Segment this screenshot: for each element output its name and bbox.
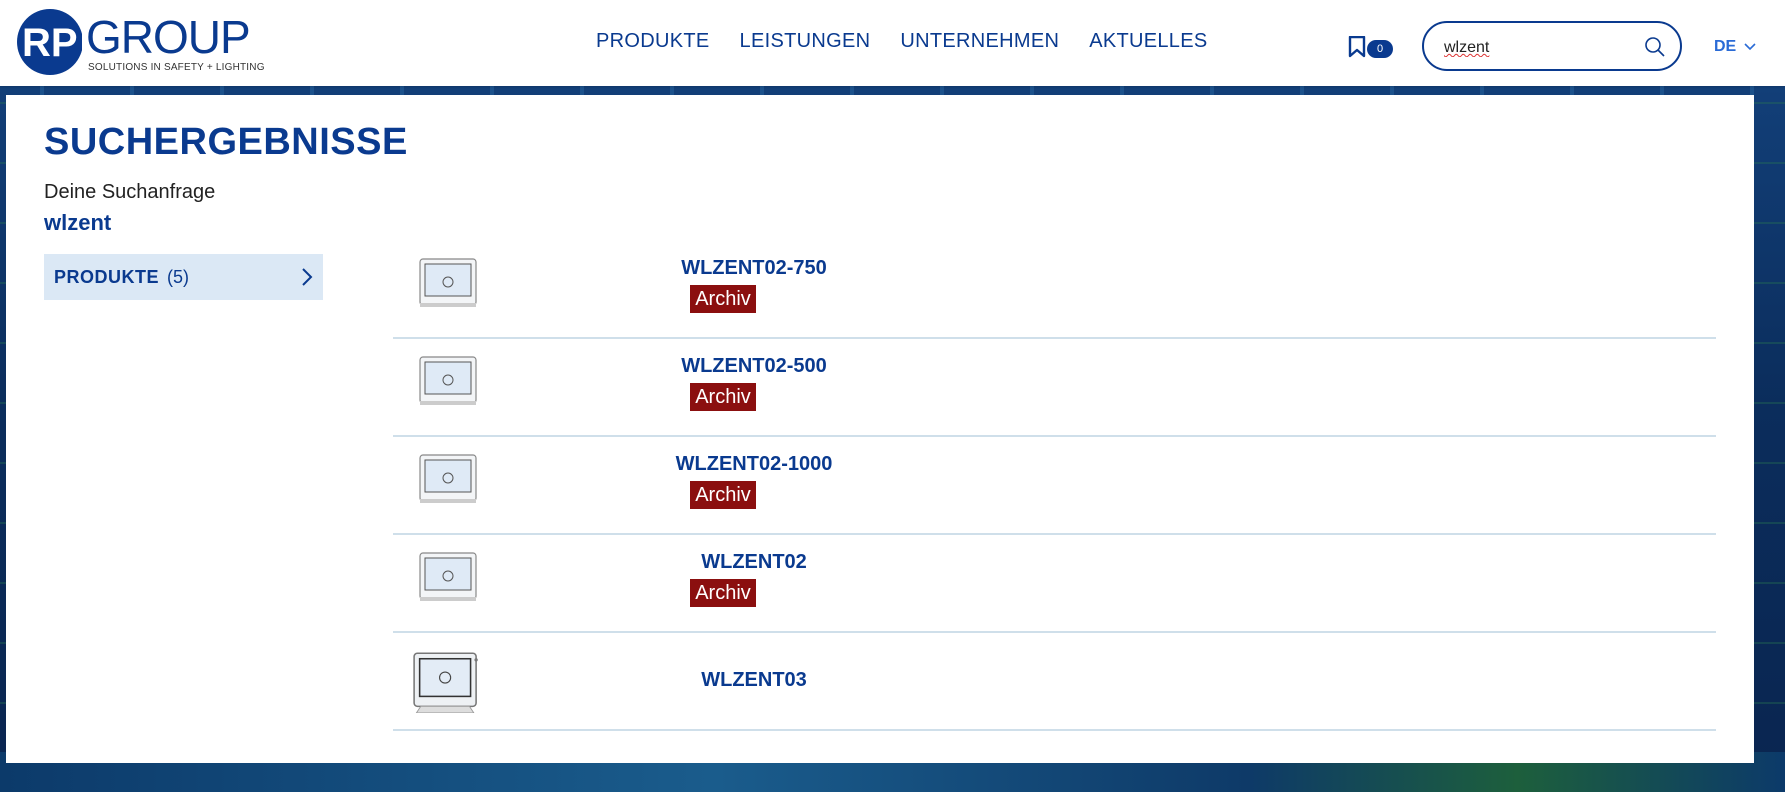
filter-category-produkte[interactable]: PRODUKTE (5) <box>44 254 323 300</box>
archiv-badge: Archiv <box>690 579 756 607</box>
result-row[interactable]: WLZENT02-1000 Archiv <box>393 437 1716 535</box>
result-row[interactable]: WLZENT02-750 Archiv <box>393 241 1716 339</box>
logo-group-text: GROUP <box>86 11 251 63</box>
filter-count: (5) <box>167 266 190 287</box>
nav-item-leistungen[interactable]: LEISTUNGEN <box>740 30 871 53</box>
svg-text:RP: RP <box>22 21 78 65</box>
language-label: DE <box>1714 38 1737 55</box>
query-label: Deine Suchanfrage <box>44 181 216 203</box>
logo-tagline: SOLUTIONS IN SAFETY + LIGHTING <box>88 62 265 73</box>
results-list: WLZENT02-750 Archiv WLZENT02-500 Archiv … <box>393 241 1716 731</box>
bookmark-count-badge: 0 <box>1367 40 1393 58</box>
result-row[interactable]: WLZENT02 Archiv <box>393 535 1716 633</box>
search-box <box>1422 21 1682 71</box>
language-selector[interactable]: DE <box>1714 38 1756 56</box>
result-name[interactable]: WLZENT02-1000 <box>573 453 935 476</box>
main-nav: PRODUKTE LEISTUNGEN UNTERNEHMEN AKTUELLE… <box>596 30 1208 53</box>
archiv-badge: Archiv <box>690 383 756 411</box>
filter-label: PRODUKTE <box>54 266 160 287</box>
nav-item-unternehmen[interactable]: UNTERNEHMEN <box>900 30 1059 53</box>
search-input[interactable] <box>1442 35 1636 61</box>
result-row[interactable]: WLZENT02-500 Archiv <box>393 339 1716 437</box>
result-name[interactable]: WLZENT03 <box>573 669 935 692</box>
logo[interactable]: RP GROUP SOLUTIONS IN SAFETY + LIGHTING <box>16 6 266 78</box>
query-value: wlzent <box>44 210 112 235</box>
product-thumbnail <box>419 356 477 405</box>
archiv-badge: Archiv <box>690 285 756 313</box>
search-results-panel: SUCHERGEBNISSE Deine Suchanfrage wlzent … <box>6 95 1754 763</box>
site-header: RP GROUP SOLUTIONS IN SAFETY + LIGHTING … <box>0 0 1785 86</box>
page-title: SUCHERGEBNISSE <box>44 121 408 163</box>
rp-logo-mark: RP <box>17 9 82 75</box>
chevron-right-icon <box>302 268 313 286</box>
result-row[interactable]: WLZENT03 <box>393 633 1716 731</box>
nav-item-aktuelles[interactable]: AKTUELLES <box>1089 30 1207 53</box>
result-name[interactable]: WLZENT02 <box>573 551 935 574</box>
search-icon[interactable] <box>1644 36 1666 58</box>
product-thumbnail <box>419 454 477 503</box>
result-name[interactable]: WLZENT02-750 <box>573 257 935 280</box>
bookmark-icon <box>1348 36 1366 58</box>
product-thumbnail <box>419 258 477 307</box>
result-name[interactable]: WLZENT02-500 <box>573 355 935 378</box>
product-thumbnail <box>413 652 478 713</box>
chevron-down-icon <box>1744 43 1756 51</box>
product-thumbnail <box>419 552 477 601</box>
bookmark-button[interactable]: 0 <box>1348 34 1394 60</box>
archiv-badge: Archiv <box>690 481 756 509</box>
nav-item-produkte[interactable]: PRODUKTE <box>596 30 710 53</box>
